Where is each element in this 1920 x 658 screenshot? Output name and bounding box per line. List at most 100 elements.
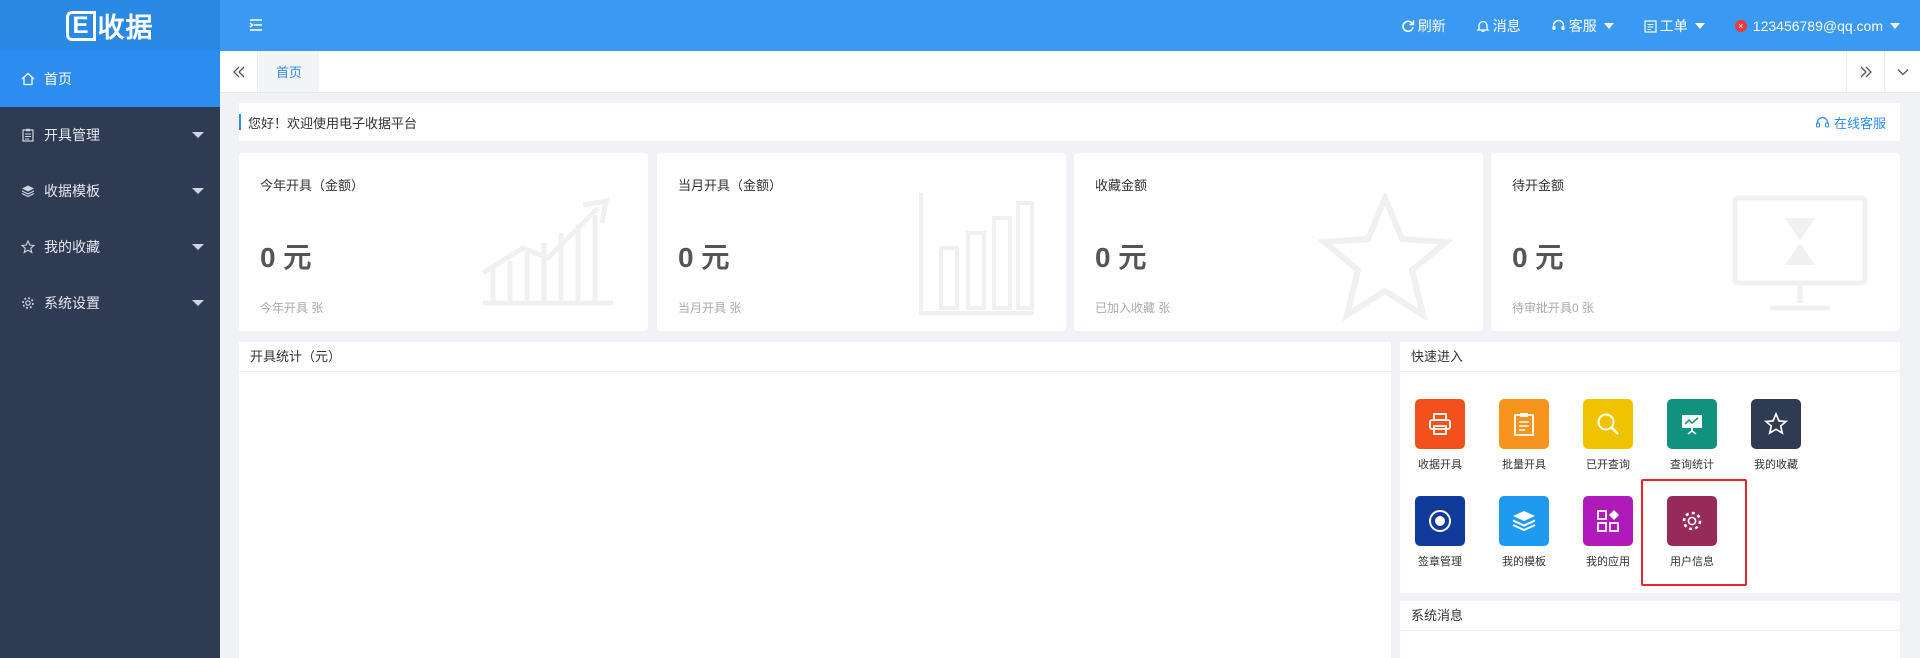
stat-amount: 0 元 xyxy=(678,242,730,273)
quick-batch-issue[interactable]: 批量开具 xyxy=(1489,399,1559,472)
headset-icon xyxy=(1552,19,1565,30)
trend-chart-icon xyxy=(481,197,613,306)
workorder-dropdown[interactable]: 工单 xyxy=(1644,16,1705,36)
sidebar-item-favorites[interactable]: 我的收藏 xyxy=(0,219,220,275)
issue-stats-panel: 开具统计（元） xyxy=(239,342,1391,658)
panel-title: 系统消息 xyxy=(1400,601,1900,631)
stat-amount: 0 元 xyxy=(260,242,312,273)
clipboard-icon xyxy=(1644,19,1657,33)
logo-text: 收据 xyxy=(97,13,154,43)
system-messages-panel: 系统消息 xyxy=(1400,601,1900,658)
double-chevron-right-icon xyxy=(1860,66,1872,77)
user-email: 123456789@qq.com xyxy=(1752,17,1883,34)
stat-sub: 今年开具 张 xyxy=(260,301,324,315)
sidebar-item-home[interactable]: 首页 xyxy=(0,51,220,107)
chevron-down-icon xyxy=(192,188,204,194)
stat-amount: 0 元 xyxy=(1512,242,1564,273)
panel-title: 开具统计（元） xyxy=(239,342,1391,372)
messages-label: 消息 xyxy=(1492,17,1521,34)
online-service-link[interactable]: 在线客服 xyxy=(1815,113,1886,132)
menu-toggle-icon[interactable] xyxy=(248,17,264,38)
tabs-bar: 首页 xyxy=(220,51,1920,93)
clipboard-icon xyxy=(1499,399,1549,449)
user-dropdown[interactable]: × 123456789@qq.com xyxy=(1734,17,1900,34)
stat-card-year: 今年开具（金额） 0 元 今年开具 张 xyxy=(239,153,648,331)
monitor-hourglass-icon xyxy=(1732,195,1868,311)
stat-title: 收藏金额 xyxy=(1095,178,1148,193)
stat-card-month: 当月开具（金额） 0 元 当月开具 张 xyxy=(657,153,1066,331)
quick-access-panel: 快速进入 收据开具 批量开具 已开查询 查询统计 我的收藏 签章管理 我的模板 … xyxy=(1400,342,1900,593)
quick-favorites[interactable]: 我的收藏 xyxy=(1741,399,1811,472)
seal-icon xyxy=(1415,496,1465,546)
home-icon xyxy=(20,71,36,87)
quick-label: 收据开具 xyxy=(1418,459,1462,471)
sidebar-item-label: 系统设置 xyxy=(44,295,100,311)
quick-label: 查询统计 xyxy=(1670,459,1714,471)
clipboard-icon xyxy=(20,127,36,143)
chevron-down-icon xyxy=(1897,68,1908,75)
online-service-label: 在线客服 xyxy=(1833,115,1886,131)
support-dropdown[interactable]: 客服 xyxy=(1551,16,1614,36)
sidebar-item-label: 收据模板 xyxy=(44,183,100,199)
star-icon xyxy=(1318,193,1453,322)
layers-icon xyxy=(1499,496,1549,546)
apps-icon xyxy=(1583,496,1633,546)
quick-my-apps[interactable]: 我的应用 xyxy=(1573,496,1643,569)
sidebar-item-label: 开具管理 xyxy=(44,127,100,143)
sidebar: E 收据 首页 开具管理 收据模板 我的收藏 系统设置 xyxy=(0,0,220,658)
refresh-button[interactable]: 刷新 xyxy=(1401,16,1446,36)
caret-down-icon xyxy=(1890,22,1900,29)
double-chevron-left-icon xyxy=(232,66,244,77)
star-icon xyxy=(1751,399,1801,449)
stat-sub: 当月开具 张 xyxy=(678,301,742,315)
messages-button[interactable]: 消息 xyxy=(1476,16,1521,36)
top-bar: 刷新 消息 客服 工单 × 123456789@qq.com xyxy=(220,0,1920,51)
stat-card-favorites: 收藏金额 0 元 已加入收藏 张 xyxy=(1074,153,1483,331)
sidebar-item-templates[interactable]: 收据模板 xyxy=(0,163,220,219)
stat-title: 当月开具（金额） xyxy=(678,178,783,193)
chevron-down-icon xyxy=(192,244,204,250)
bell-icon xyxy=(1476,20,1490,32)
refresh-label: 刷新 xyxy=(1417,17,1446,34)
sidebar-item-issue-management[interactable]: 开具管理 xyxy=(0,107,220,163)
close-circle-icon: × xyxy=(1734,19,1747,32)
logo[interactable]: E 收据 xyxy=(0,0,220,51)
stat-title: 今年开具（金额） xyxy=(260,178,365,193)
quick-query-stats[interactable]: 查询统计 xyxy=(1657,399,1727,472)
quick-seal-management[interactable]: 签章管理 xyxy=(1405,496,1475,569)
gear-icon xyxy=(20,295,36,311)
quick-label: 批量开具 xyxy=(1502,459,1546,471)
chevron-down-icon xyxy=(192,300,204,306)
quick-label: 我的应用 xyxy=(1586,556,1630,568)
caret-down-icon xyxy=(1603,22,1614,29)
stat-sub: 已加入收藏 张 xyxy=(1095,301,1171,315)
quick-issued-query[interactable]: 已开查询 xyxy=(1573,399,1643,472)
bar-chart-icon xyxy=(919,193,1034,315)
chevron-down-icon xyxy=(192,132,204,138)
quick-my-templates[interactable]: 我的模板 xyxy=(1489,496,1559,569)
welcome-text: 您好！欢迎使用电子收据平台 xyxy=(248,115,418,131)
printer-icon xyxy=(1415,399,1465,449)
stat-sub: 待审批开具0 张 xyxy=(1512,301,1595,315)
quick-label: 我的模板 xyxy=(1502,556,1546,568)
stat-title: 待开金额 xyxy=(1512,178,1565,193)
quick-label: 已开查询 xyxy=(1586,459,1630,471)
caret-down-icon xyxy=(1694,22,1705,29)
top-actions: 刷新 消息 客服 工单 × 123456789@qq.com xyxy=(1401,0,1900,51)
refresh-icon xyxy=(1402,19,1415,32)
layers-icon xyxy=(20,183,36,199)
quick-receipt-issue[interactable]: 收据开具 xyxy=(1405,399,1475,472)
welcome-bar: 您好！欢迎使用电子收据平台 在线客服 xyxy=(239,103,1900,141)
selection-highlight xyxy=(1641,479,1747,586)
sidebar-item-label: 我的收藏 xyxy=(44,239,100,255)
support-label: 客服 xyxy=(1568,17,1597,34)
sidebar-item-label: 首页 xyxy=(44,71,72,87)
tab-scroll-right-button[interactable] xyxy=(1846,51,1884,92)
tab-home[interactable]: 首页 xyxy=(259,51,319,92)
tab-scroll-left-button[interactable] xyxy=(220,51,258,92)
tab-menu-button[interactable] xyxy=(1884,51,1920,92)
headset-icon xyxy=(1815,116,1829,127)
sidebar-item-settings[interactable]: 系统设置 xyxy=(0,275,220,331)
search-icon xyxy=(1583,399,1633,449)
workorder-label: 工单 xyxy=(1659,17,1688,34)
